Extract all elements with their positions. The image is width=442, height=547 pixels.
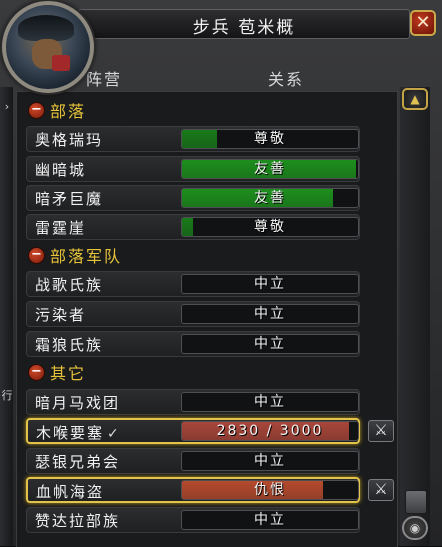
faction-name: 暗矛巨魔 [35,188,103,209]
faction-name-text: 霜狼氏族 [35,336,104,354]
faction-name: 污染者 [35,304,86,325]
faction-name-text: 雷霆崖 [35,219,87,237]
reputation-bar: 中立 [181,334,359,354]
faction-name-text: 奥格瑞玛 [35,131,104,149]
faction-row[interactable]: 木喉要塞 ✓ 2830 / 3000 [26,418,360,444]
column-header-faction: 阵营 [86,70,123,89]
faction-name-text: 暗月马戏团 [35,394,121,412]
standing-label: 友善 [254,190,286,206]
side-tab-label[interactable]: 行 [1,385,13,407]
close-button[interactable]: ✕ [410,10,436,36]
faction-name-text: 战歌氏族 [35,276,104,294]
faction-row[interactable]: 瑟银兄弟会 中立 [26,448,360,474]
reputation-bar: 仇恨 [181,480,359,500]
reputation-bar: 尊敬 [181,217,359,237]
collapse-icon[interactable]: − [28,246,45,264]
left-edge-strip [0,87,13,546]
faction-name-text: 血帆海盗 [36,483,105,501]
faction-name: 霜狼氏族 [35,334,103,355]
faction-name: 幽暗城 [35,159,86,180]
standing-label: 中立 [254,276,286,292]
category-header[interactable]: − 部落 [28,98,86,122]
category-header[interactable]: − 其它 [28,360,86,384]
faction-name: 奥格瑞玛 [35,129,103,150]
faction-name-text: 幽暗城 [35,161,87,179]
tracked-check-icon: ✓ [107,426,121,442]
reputation-bar: 中立 [181,510,359,530]
title-bar: 步兵 苞米概 [78,9,410,39]
faction-row[interactable]: 暗矛巨魔 友善 [26,185,360,211]
standing-label: 尊敬 [254,219,286,235]
collapse-icon[interactable]: − [28,363,45,381]
reputation-bar: 中立 [181,451,359,471]
reputation-bar: 2830 / 3000 [181,421,359,441]
portrait-cloth [52,55,70,71]
reputation-bar: 友善 [181,159,359,179]
category-header[interactable]: − 部落军队 [28,243,122,267]
standing-label: 中立 [254,394,286,410]
category-label: 部落军队 [50,247,123,266]
reputation-bar: 尊敬 [181,129,359,149]
at-war-toggle-icon[interactable]: ⚔ [368,479,394,501]
standing-label: 中立 [254,306,286,322]
faction-name-text: 瑟银兄弟会 [35,453,121,471]
faction-name-text: 木喉要塞 [36,424,105,442]
collapse-icon[interactable]: − [28,101,45,119]
character-portrait [2,1,94,93]
at-war-toggle-icon[interactable]: ⚔ [368,420,394,442]
faction-name: 木喉要塞 ✓ [36,422,121,443]
faction-row[interactable]: 霜狼氏族 中立 [26,331,360,357]
faction-name: 战歌氏族 [35,274,103,295]
faction-row[interactable]: 雷霆崖 尊敬 [26,214,360,240]
faction-row[interactable]: 暗月马戏团 中立 [26,389,360,415]
side-tab-arrow[interactable]: › [1,96,13,118]
faction-name: 赞达拉部族 [35,510,120,531]
category-label: 部落 [50,102,87,121]
faction-row[interactable]: 赞达拉部族 中立 [26,507,360,533]
faction-name: 瑟银兄弟会 [35,451,120,472]
faction-name: 暗月马戏团 [35,392,120,413]
faction-row[interactable]: 血帆海盗 仇恨 [26,477,360,503]
scroll-up-button[interactable]: ▲ [402,88,428,110]
reputation-bar: 中立 [181,392,359,412]
standing-label: 尊敬 [254,131,286,147]
faction-row[interactable]: 战歌氏族 中立 [26,271,360,297]
reputation-bar: 友善 [181,188,359,208]
faction-name-text: 暗矛巨魔 [35,190,104,208]
faction-name-text: 赞达拉部族 [35,512,121,530]
standing-label: 2830 / 3000 [216,423,324,439]
reputation-bar: 中立 [181,304,359,324]
standing-label: 中立 [254,453,286,469]
faction-name-text: 污染者 [35,306,87,324]
category-label: 其它 [50,364,87,383]
standing-label: 仇恨 [254,482,286,498]
window-title: 步兵 苞米概 [192,18,296,38]
standing-label: 中立 [254,336,286,352]
standing-label: 友善 [254,161,286,177]
faction-name: 雷霆崖 [35,217,86,238]
portrait-hat [18,15,74,41]
standing-label: 中立 [254,512,286,528]
faction-row[interactable]: 奥格瑞玛 尊敬 [26,126,360,152]
reputation-bar: 中立 [181,274,359,294]
faction-name: 血帆海盗 [36,481,104,502]
faction-row[interactable]: 幽暗城 友善 [26,156,360,182]
scroll-thumb[interactable] [405,490,427,514]
faction-row[interactable]: 污染者 中立 [26,301,360,327]
scrollbar-track[interactable] [400,87,430,546]
column-header-relation: 关系 [268,70,305,89]
scroll-down-button[interactable]: ◉ [402,516,428,540]
